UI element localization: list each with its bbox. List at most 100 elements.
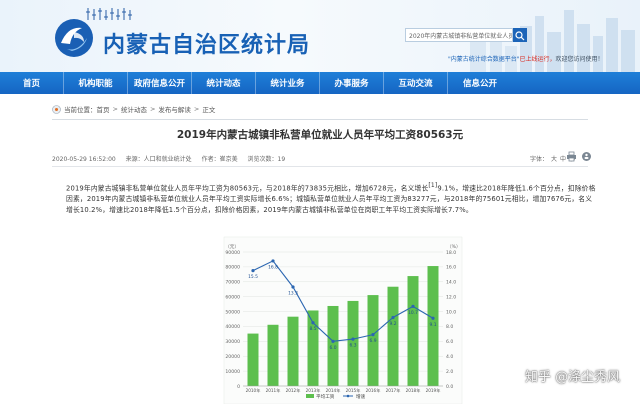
x-tick-label: 2012年 (286, 387, 301, 394)
main-nav: 首页 机构职能 政府信息公开 统计动态 统计业务 办事服务 互动交流 信息公开 (0, 72, 640, 94)
article-views: 浏览次数：19 (247, 156, 286, 163)
data-label-growth-rate: 16.8 (268, 264, 278, 270)
y-right-tick-label: 12.0 (446, 294, 456, 300)
article-title: 2019年内蒙古城镇非私营单位就业人员年平均工资80563元 (176, 129, 464, 141)
location-icon (52, 104, 61, 114)
x-tick-label: 2015年 (346, 387, 361, 394)
breadcrumb-label: 当前位置： (64, 106, 97, 114)
x-tick-label: 2010年 (246, 387, 261, 394)
watermark: 知乎 @涤尘秀风 (525, 370, 621, 385)
notice-welcome: 欢迎您访问使用！ (555, 56, 604, 63)
nav-item-interaction[interactable]: 互动交流 (384, 72, 448, 94)
breadcrumb-home[interactable]: 首页 (97, 104, 110, 114)
breadcrumb-divider (52, 119, 588, 120)
chart-title: 2010-2019年城镇非私营单位就业人员年平均工资及名义增速 (243, 242, 439, 250)
x-tick-label: 2018年 (406, 387, 421, 394)
point-growth-rate (311, 321, 315, 325)
y-right-tick-label: 6.0 (446, 339, 453, 345)
nav-item-info[interactable]: 信息公开 (448, 72, 512, 94)
point-growth-rate (351, 337, 355, 341)
y-left-tick-label: 50000 (225, 309, 240, 315)
nav-item-disclosure[interactable]: 政府信息公开 (128, 72, 192, 94)
data-label-growth-rate: 9.1 (430, 322, 437, 328)
bar-avg-wage (347, 300, 359, 386)
point-growth-rate (371, 333, 375, 337)
legend-label-bar: 平均工资 (316, 393, 335, 400)
nav-item-home[interactable]: 首页 (0, 72, 64, 94)
data-label-growth-rate: 13.3 (288, 290, 298, 296)
bar-avg-wage (267, 324, 279, 386)
article-author: 作者：崔京美 (201, 156, 238, 163)
data-label-growth-rate: 6.3 (350, 343, 357, 349)
x-tick-label: 2019年 (426, 387, 441, 394)
y-left-tick-label: 20000 (225, 354, 240, 360)
x-tick-label: 2011年 (266, 387, 281, 394)
nav-item-news[interactable]: 统计动态 (192, 72, 256, 94)
nav-item-functions[interactable]: 机构职能 (64, 72, 128, 94)
bar-avg-wage (407, 276, 419, 386)
y-left-tick-label: 40000 (225, 324, 240, 330)
y-right-tick-label: 14.0 (446, 280, 456, 286)
article-source: 来源：人口和就业统计处 (125, 156, 192, 163)
notice-platform: "内蒙古统计综合数据平台" (448, 56, 520, 63)
breadcrumb-release[interactable]: 发布与解读 (158, 104, 191, 114)
point-growth-rate (411, 304, 415, 308)
x-tick-label: 2016年 (366, 387, 381, 394)
x-tick-label: 2013年 (306, 387, 321, 394)
print-icon[interactable] (566, 151, 577, 162)
data-label-growth-rate: 6.0 (330, 345, 337, 351)
data-label-growth-rate: 9.2 (390, 321, 397, 327)
logo-icon (55, 19, 93, 57)
point-growth-rate (431, 316, 435, 320)
y-left-tick-label: 60000 (225, 294, 240, 300)
y-left-tick-label: 70000 (225, 280, 240, 286)
search-button[interactable] (513, 28, 527, 42)
x-tick-label: 2014年 (326, 387, 341, 394)
legend-label-line: 增速 (356, 393, 366, 400)
article-tools (566, 151, 596, 162)
breadcrumb-separator: > (149, 105, 156, 113)
article-meta: 2020-05-29 16:52:00 来源：人口和就业统计处 作者：崔京美 浏… (52, 154, 293, 163)
chart-background (223, 236, 463, 404)
data-label-growth-rate: 10.7 (408, 310, 418, 316)
y-right-tick-label: 8.0 (446, 324, 453, 330)
y-left-tick-label: 10000 (225, 369, 240, 375)
site-title[interactable]: 内蒙古自治区统计局 (103, 27, 310, 59)
share-icon[interactable] (581, 151, 592, 162)
point-growth-rate (391, 315, 395, 320)
meta-divider (52, 166, 588, 167)
breadcrumb-separator: > (193, 105, 200, 113)
search-input[interactable]: 2020年内蒙古城镇非私营单位就业人员年平均 (405, 28, 513, 42)
breadcrumb-separator: > (112, 105, 118, 113)
y-right-tick-label: 0.0 (446, 384, 453, 390)
y-right-tick-label: 4.0 (446, 354, 453, 360)
y-left-tick-label: 0 (237, 384, 240, 390)
line-growth-rate (252, 260, 434, 342)
bar-avg-wage (247, 333, 259, 386)
data-label-growth-rate: 8.5 (310, 326, 317, 332)
point-growth-rate (251, 269, 255, 273)
data-label-growth-rate: 6.9 (370, 338, 377, 344)
article-paragraph-a: 2019年内蒙古城镇非私营单位就业人员年平均工资为80563元，与2018年的7… (66, 184, 429, 193)
data-label-growth-rate: 15.5 (248, 274, 258, 280)
nav-item-business[interactable]: 统计业务 (256, 72, 320, 94)
bar-avg-wage (427, 266, 439, 386)
bar-avg-wage (307, 310, 319, 386)
nav-item-services[interactable]: 办事服务 (320, 72, 384, 94)
article-date: 2020-05-29 16:52:00 (52, 156, 116, 163)
breadcrumb-current: 正文 (202, 106, 216, 114)
y-right-tick-label: 16.0 (446, 265, 456, 271)
point-growth-rate (331, 339, 335, 343)
point-growth-rate (291, 285, 295, 289)
y-left-tick-label: 80000 (225, 265, 240, 271)
bar-avg-wage (367, 295, 379, 386)
breadcrumb: 当前位置： 首页 > 统计动态 > 发布与解读 > 正文 (52, 103, 215, 115)
font-size-label: 字体： (530, 156, 549, 163)
y-right-tick-label: 2.0 (446, 369, 453, 375)
notice-banner[interactable]: "内蒙古统计综合数据平台"已上线运行，欢迎您访问使用！ (448, 54, 604, 63)
legend-swatch-bar (306, 394, 314, 398)
breadcrumb-news[interactable]: 统计动态 (121, 104, 147, 114)
font-size-large[interactable]: 大 (551, 156, 557, 163)
bar-avg-wage (387, 286, 399, 386)
notice-online: 已上线运行， (519, 56, 556, 63)
